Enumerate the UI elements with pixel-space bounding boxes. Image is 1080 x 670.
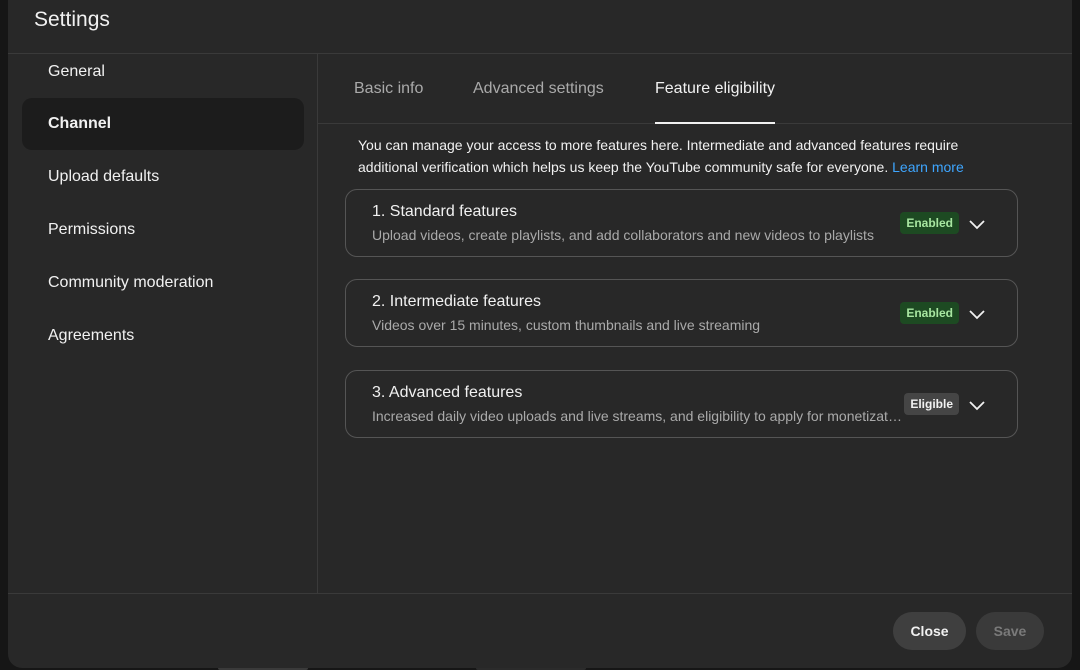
feature-title: 2. Intermediate features	[372, 293, 541, 310]
settings-main-panel: Basic info Advanced settings Feature eli…	[318, 54, 1072, 593]
sidebar-item-community-moderation[interactable]: Community moderation	[22, 257, 304, 309]
tab-bar: Basic info Advanced settings Feature eli…	[318, 54, 1072, 124]
sidebar-item-general[interactable]: General	[22, 46, 304, 98]
feature-card-intermediate[interactable]: 2. Intermediate features Videos over 15 …	[345, 279, 1018, 347]
chevron-down-icon[interactable]	[967, 304, 987, 324]
status-badge: Enabled	[900, 212, 959, 234]
tab-label: Advanced settings	[473, 80, 604, 97]
sidebar-item-label: Upload defaults	[48, 168, 160, 185]
feature-description: Upload videos, create playlists, and add…	[372, 227, 874, 243]
feature-card-standard[interactable]: 1. Standard features Upload videos, crea…	[345, 189, 1018, 257]
settings-dialog: Settings General Channel Upload defaults…	[8, 0, 1072, 668]
save-button[interactable]: Save	[976, 612, 1044, 650]
sidebar-item-agreements[interactable]: Agreements	[22, 310, 304, 362]
chevron-down-icon[interactable]	[967, 395, 987, 415]
sidebar-item-label: Permissions	[48, 221, 136, 238]
chevron-down-icon[interactable]	[967, 214, 987, 234]
sidebar-item-label: Agreements	[48, 327, 135, 344]
footer-divider	[8, 593, 1072, 594]
sidebar-item-label: Community moderation	[48, 274, 214, 291]
feature-intro-text: You can manage your access to more featu…	[358, 134, 998, 178]
feature-card-advanced[interactable]: 3. Advanced features Increased daily vid…	[345, 370, 1018, 438]
feature-title: 1. Standard features	[372, 203, 517, 220]
learn-more-link[interactable]: Learn more	[892, 159, 964, 175]
feature-description: Increased daily video uploads and live s…	[372, 408, 902, 424]
intro-text: You can manage your access to more featu…	[358, 137, 959, 175]
dialog-title: Settings	[34, 8, 110, 31]
tab-basic-info[interactable]: Basic info	[354, 54, 423, 124]
status-badge: Eligible	[904, 393, 959, 415]
sidebar-item-permissions[interactable]: Permissions	[22, 204, 304, 256]
sidebar-item-label: General	[48, 63, 105, 80]
feature-title: 3. Advanced features	[372, 384, 523, 401]
feature-description: Videos over 15 minutes, custom thumbnail…	[372, 317, 761, 333]
settings-sidebar: General Channel Upload defaults Permissi…	[8, 54, 318, 593]
sidebar-item-upload-defaults[interactable]: Upload defaults	[22, 151, 304, 203]
tab-advanced-settings[interactable]: Advanced settings	[473, 54, 604, 124]
tab-label: Basic info	[354, 80, 424, 97]
sidebar-item-channel[interactable]: Channel	[22, 98, 304, 150]
status-badge: Enabled	[900, 302, 959, 324]
sidebar-item-label: Channel	[48, 115, 112, 132]
close-button[interactable]: Close	[893, 612, 966, 650]
tab-label: Feature eligibility	[655, 80, 776, 97]
tab-feature-eligibility[interactable]: Feature eligibility	[655, 54, 776, 124]
active-tab-indicator	[655, 122, 776, 124]
